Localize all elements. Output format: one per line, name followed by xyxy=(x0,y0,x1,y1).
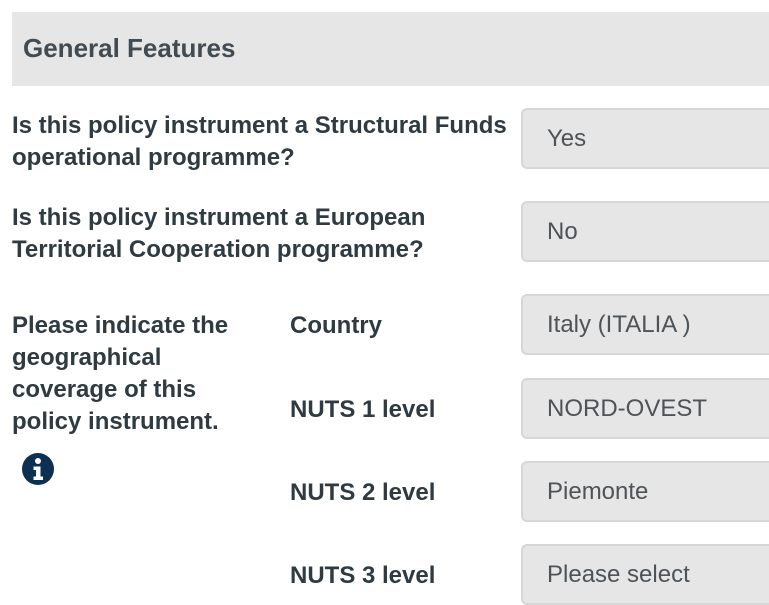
question-territorial-cooperation-label: Is this policy instrument a European Ter… xyxy=(12,204,426,263)
section-header: General Features xyxy=(12,12,769,86)
question-structural-funds-label: Is this policy instrument a Structural F… xyxy=(12,112,507,171)
nuts3-label: NUTS 3 level xyxy=(290,562,436,589)
structural-funds-select[interactable]: Yes xyxy=(521,108,769,169)
geographical-coverage-label: Please indicate the geographical coverag… xyxy=(12,312,229,435)
nuts3-select[interactable]: Please select xyxy=(521,544,769,605)
info-circle-icon[interactable] xyxy=(21,452,55,486)
nuts1-select[interactable]: NORD-OVEST xyxy=(521,378,769,439)
section-title: General Features xyxy=(23,33,236,63)
nuts2-label: NUTS 2 level xyxy=(290,479,436,506)
territorial-cooperation-select[interactable]: No xyxy=(521,201,769,262)
country-label: Country xyxy=(290,312,382,339)
nuts2-select[interactable]: Piemonte xyxy=(521,461,769,522)
nuts1-label: NUTS 1 level xyxy=(290,396,436,423)
country-select[interactable]: Italy (ITALIA ) xyxy=(521,294,769,355)
